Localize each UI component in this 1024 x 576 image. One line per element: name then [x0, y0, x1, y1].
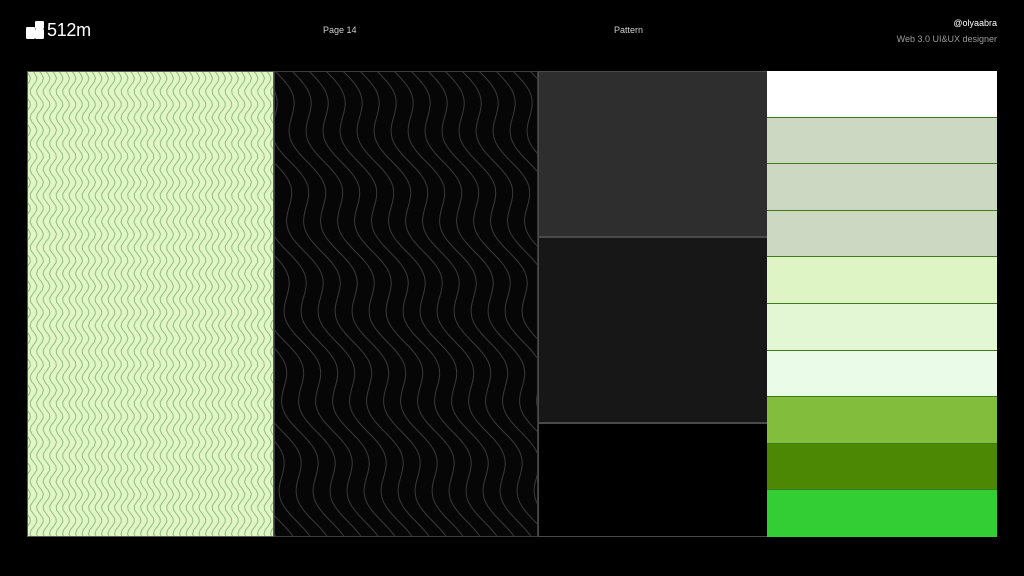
palette-swatch: [767, 304, 997, 351]
palette-swatch: [767, 164, 997, 211]
logo[interactable]: 512m: [26, 20, 91, 40]
palette-swatch: [767, 210, 997, 258]
palette-swatch: [767, 71, 997, 118]
grey-swatch-dark: [538, 71, 768, 237]
author-info: @olyaabra Web 3.0 UI&UX designer: [897, 18, 997, 44]
author-handle: @olyaabra: [953, 18, 997, 28]
color-palette: [767, 71, 997, 537]
light-wave-pattern: [27, 71, 274, 537]
palette-swatch: [767, 397, 997, 444]
page-number: Page 14: [323, 25, 357, 35]
logo-text: 512m: [47, 19, 91, 40]
author-role: Web 3.0 UI&UX designer: [896, 34, 997, 44]
dark-wave-pattern-graphic: [275, 72, 537, 536]
palette-swatch: [767, 257, 997, 304]
section-title: Pattern: [614, 25, 644, 35]
grey-swatch-darker: [538, 237, 768, 423]
light-wave-pattern-graphic: [28, 72, 273, 536]
palette-swatch: [767, 490, 997, 537]
dark-wave-pattern: [274, 71, 538, 537]
grey-swatches: [538, 71, 768, 537]
stacked-squares-logo-icon: [26, 21, 44, 39]
palette-swatch: [767, 350, 997, 398]
palette-swatch: [767, 443, 997, 491]
grey-swatch-black: [538, 423, 768, 537]
palette-swatch: [767, 117, 997, 165]
